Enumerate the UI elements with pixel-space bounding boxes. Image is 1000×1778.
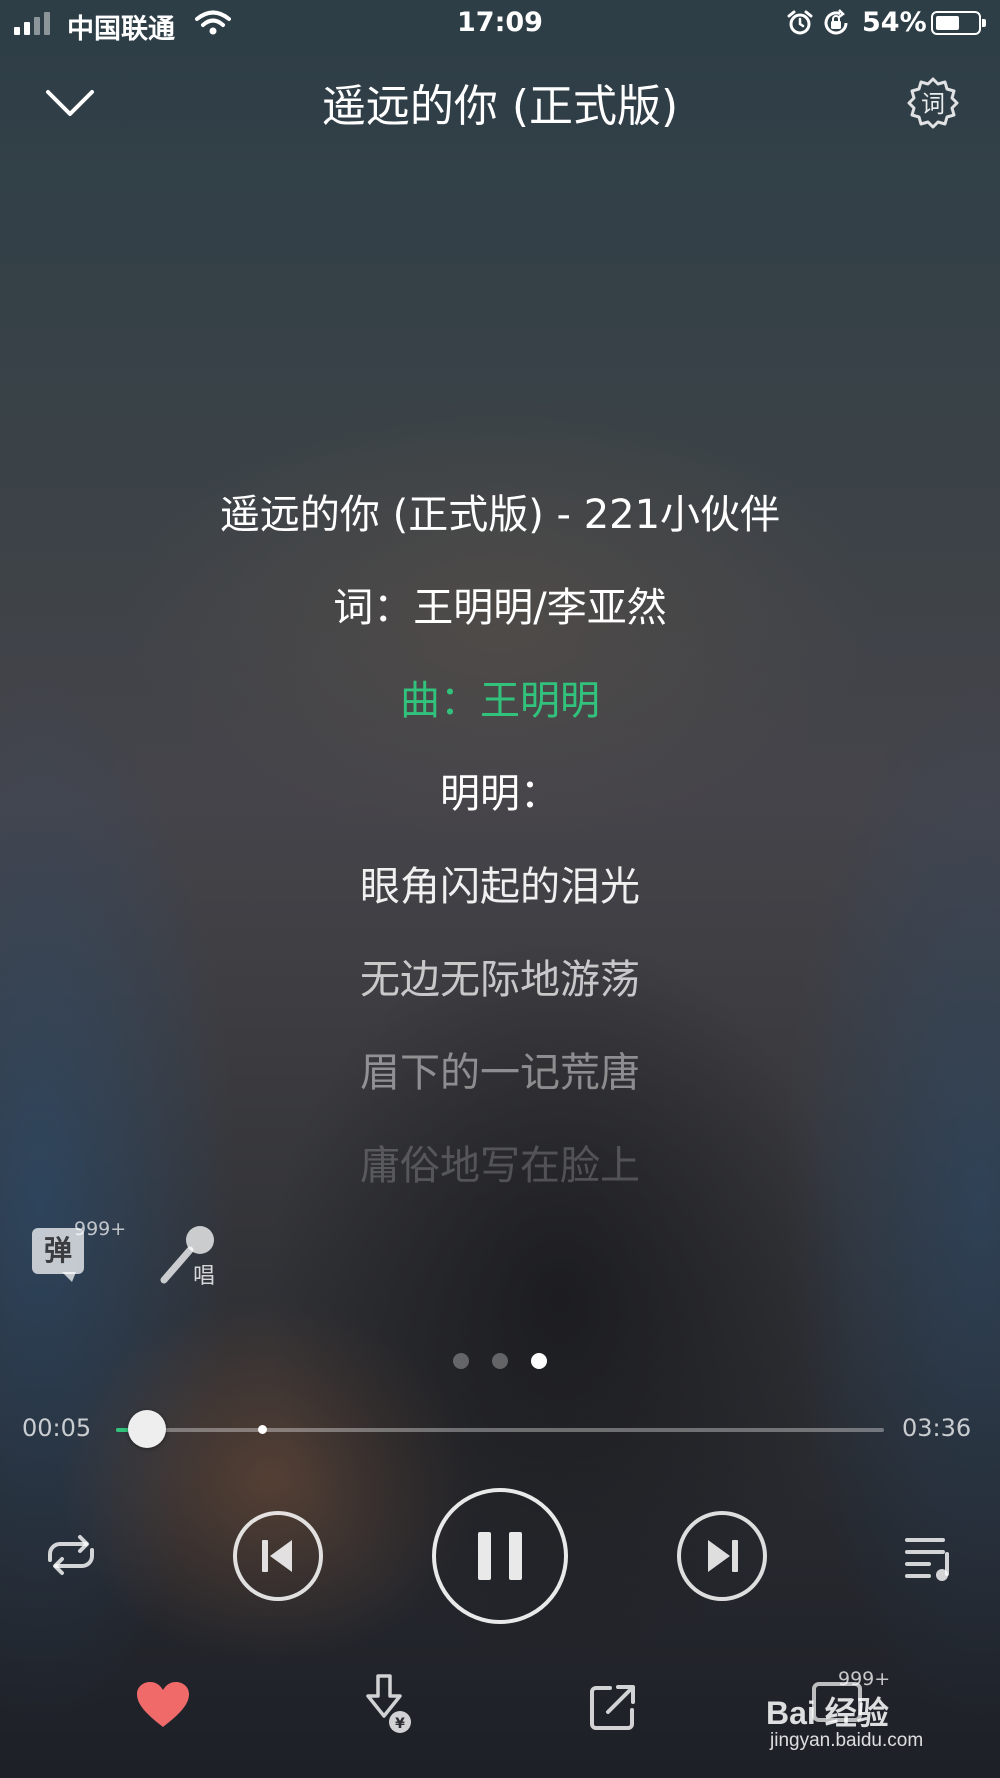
watermark-url: jingyan.baidu.com [770, 1730, 924, 1751]
pause-icon[interactable] [430, 1486, 570, 1626]
comment-count-badge: 999+ [838, 1668, 891, 1690]
heart-icon[interactable] [135, 1680, 191, 1730]
page-indicator [0, 1353, 1000, 1369]
battery-icon [931, 11, 986, 35]
next-icon[interactable] [676, 1510, 768, 1602]
gear-icon: 词 [907, 77, 959, 129]
lyric-line: 眼角闪起的泪光 [360, 864, 640, 910]
download-paid-icon[interactable]: ¥ [360, 1672, 418, 1736]
collapse-chevron-icon[interactable] [40, 72, 100, 132]
lyric-line: 无边无际地游荡 [360, 957, 640, 1003]
page-dot[interactable] [492, 1353, 508, 1369]
lyrics-settings-label: 词 [921, 90, 945, 118]
baidu-jingyan-watermark: Bai 经验 jingyan.baidu.com [766, 1688, 956, 1758]
page-dot[interactable] [531, 1353, 547, 1369]
current-time: 00:05 [22, 1414, 92, 1442]
danmu-count-badge: 999+ [74, 1218, 127, 1240]
battery-percent: 54% [862, 7, 927, 38]
status-bar: 中国联通 17:09 54% [0, 0, 1000, 48]
repeat-icon[interactable] [40, 1530, 102, 1580]
lyric-line: 眉下的一记荒唐 [360, 1050, 640, 1096]
lyrics-settings-button[interactable]: 词 [905, 75, 961, 131]
page-dot[interactable] [453, 1353, 469, 1369]
rotation-lock-icon [824, 9, 848, 35]
playlist-icon[interactable] [903, 1532, 955, 1582]
total-time: 03:36 [902, 1414, 972, 1442]
song-title: 遥远的你 (正式版) [321, 81, 679, 132]
svg-text:¥: ¥ [395, 1716, 405, 1732]
lyric-line: 明明： [440, 771, 560, 817]
progress-bar[interactable] [116, 1410, 884, 1448]
sing-label: 唱 [193, 1264, 216, 1289]
previous-icon[interactable] [232, 1510, 324, 1602]
lyric-line: 曲：王明明 [400, 678, 600, 724]
lyric-line: 庸俗地写在脸上 [360, 1143, 640, 1189]
progress-thumb[interactable] [127, 1410, 166, 1448]
lyric-line: 遥远的你 (正式版) - 221小伙伴 [219, 492, 781, 538]
lyrics-panel[interactable]: 遥远的你 (正式版) - 221小伙伴 词：王明明/李亚然 曲：王明明明明： 眼角闪起… [0, 485, 1000, 1229]
lyric-line: 词：王明明/李亚然 [333, 585, 667, 631]
status-time: 17:09 [457, 7, 543, 38]
share-icon[interactable] [588, 1682, 638, 1732]
watermark-text: Bai 经验 [766, 1695, 889, 1731]
alarm-icon [787, 10, 813, 35]
